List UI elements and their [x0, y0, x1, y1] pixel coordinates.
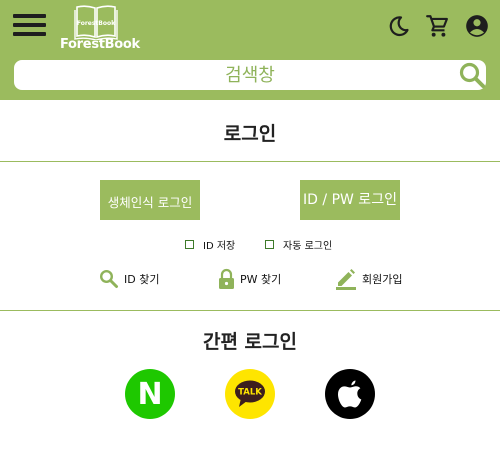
signup-link[interactable]: 회원가입 — [335, 267, 402, 291]
menu-bar — [13, 23, 46, 27]
lock-icon — [219, 268, 234, 289]
dark-mode-moon-icon[interactable] — [386, 13, 412, 39]
find-id-link[interactable]: ID 찾기 — [99, 267, 159, 291]
brand-name: ForestBook — [60, 37, 140, 52]
auto-login-label: 자동 로그인 — [283, 241, 333, 252]
biometric-login-button[interactable]: 생체인식 로그인 — [100, 180, 200, 220]
divider — [0, 310, 500, 311]
kakao-talk-icon: TALK — [235, 380, 265, 407]
edit-pencil-icon — [336, 269, 356, 290]
kakao-login-button[interactable]: TALK — [225, 369, 275, 419]
auto-login-checkbox[interactable]: 자동 로그인 — [265, 237, 332, 252]
menu-bar — [13, 14, 46, 18]
menu-bar — [13, 32, 46, 36]
save-id-checkbox[interactable]: ID 저장 — [185, 237, 235, 252]
book-logo-icon: ForestBook — [74, 5, 118, 40]
search-icon[interactable] — [458, 61, 486, 89]
find-pw-label: PW 찾기 — [240, 273, 282, 286]
checkbox-box[interactable] — [185, 240, 194, 249]
idpw-login-button[interactable]: ID / PW 로그인 — [300, 180, 400, 220]
app-header: ForestBook ForestBook — [0, 0, 500, 100]
naver-login-button[interactable]: N — [125, 369, 175, 419]
apple-login-button[interactable] — [325, 369, 375, 419]
apple-icon — [338, 380, 362, 408]
login-title: 로그인 — [223, 123, 277, 145]
simple-login-title: 간편 로그인 — [202, 331, 297, 353]
search-bar — [14, 60, 486, 90]
kakao-talk-label: TALK — [238, 388, 262, 398]
account-icon[interactable] — [464, 13, 490, 39]
save-id-label: ID 저장 — [203, 241, 236, 252]
checkbox-box[interactable] — [265, 240, 274, 249]
naver-n-icon: N — [137, 376, 163, 412]
logo-text: ForestBook — [77, 20, 116, 27]
forestbook-logo[interactable]: ForestBook ForestBook — [60, 4, 140, 56]
find-pw-link[interactable]: PW 찾기 — [218, 267, 281, 291]
signup-label: 회원가입 — [362, 273, 403, 286]
search-input[interactable] — [14, 60, 486, 90]
cart-icon[interactable] — [425, 13, 451, 39]
find-id-label: ID 찾기 — [124, 273, 160, 286]
search-icon — [99, 269, 118, 288]
menu-icon[interactable] — [13, 13, 47, 39]
divider — [0, 161, 500, 162]
